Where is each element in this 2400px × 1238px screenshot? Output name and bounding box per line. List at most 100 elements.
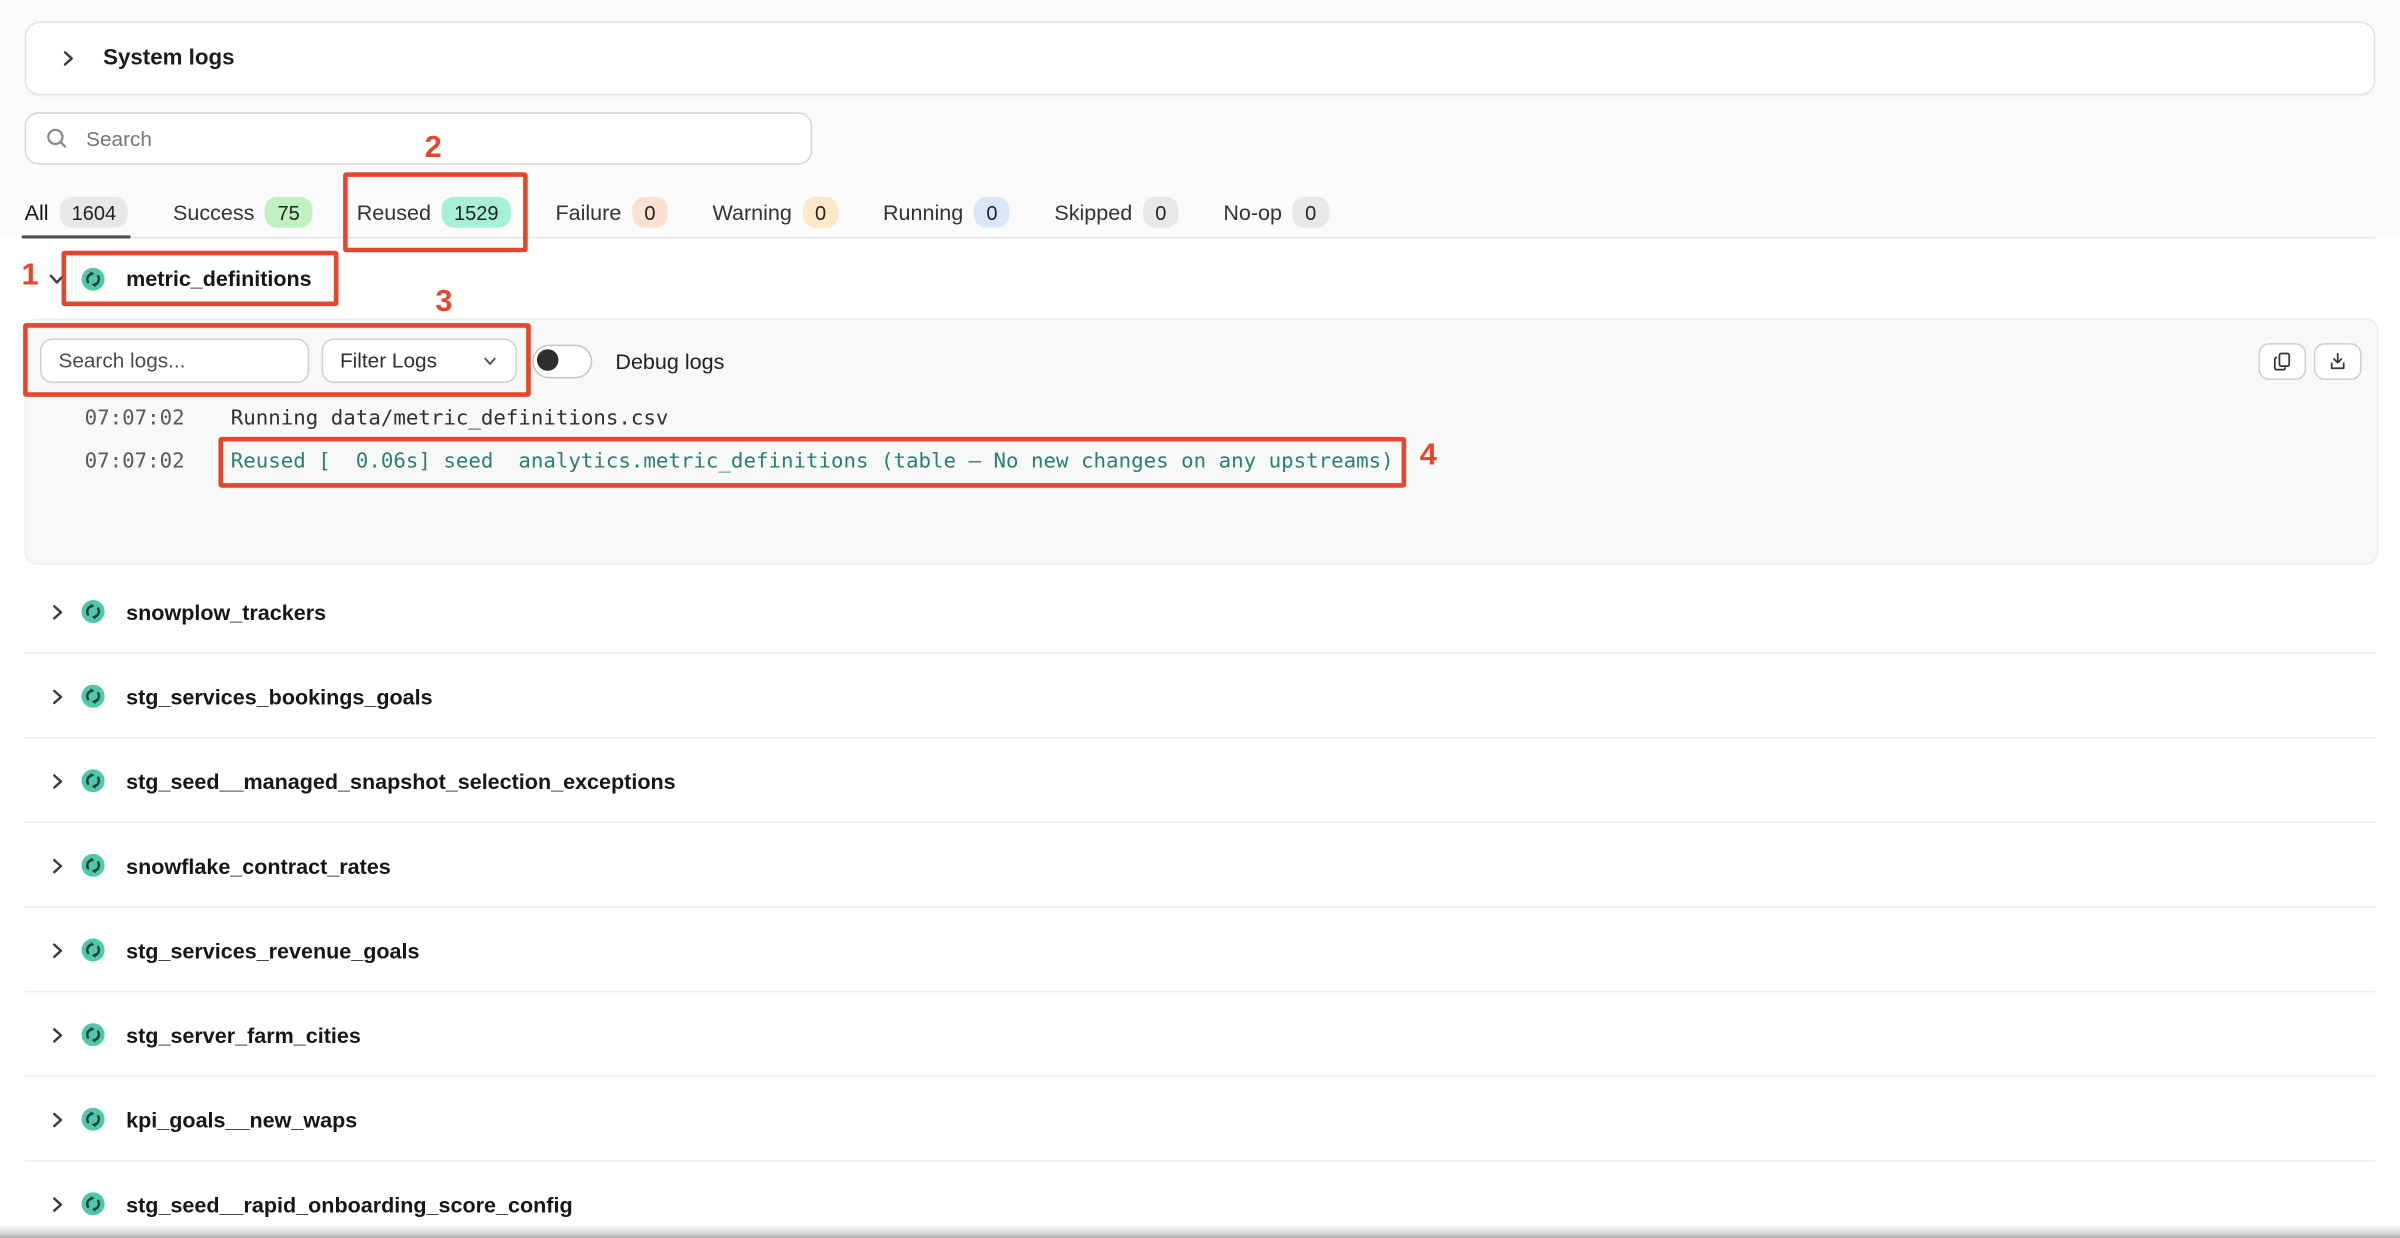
tab-label: No-op bbox=[1223, 200, 1282, 225]
node-title: metric_definitions bbox=[82, 266, 312, 291]
tab-reused[interactable]: Reused 1529 bbox=[357, 188, 511, 237]
log-timestamp: 07:07:02 bbox=[85, 449, 231, 474]
chevron-right-icon[interactable] bbox=[46, 1108, 68, 1130]
chevron-right-icon[interactable] bbox=[46, 1024, 68, 1046]
tab-label: Failure bbox=[555, 200, 621, 225]
tab-count-badge: 75 bbox=[265, 197, 312, 228]
chevron-right-icon[interactable] bbox=[46, 601, 68, 623]
log-message: Running data/metric_definitions.csv bbox=[231, 403, 669, 434]
log-filter-group: Filter Logs bbox=[40, 338, 517, 383]
node-label: kpi_goals__new_waps bbox=[126, 1107, 357, 1132]
tab-count-badge: 1604 bbox=[59, 197, 128, 228]
node-label: snowplow_trackers bbox=[126, 599, 326, 624]
global-search bbox=[25, 112, 813, 164]
filter-logs-label: Filter Logs bbox=[340, 349, 437, 372]
node-row-metric-definitions[interactable]: metric_definitions bbox=[0, 238, 2400, 318]
log-line: 07:07:02 Running data/metric_definitions… bbox=[26, 397, 2377, 440]
tab-success[interactable]: Success 75 bbox=[173, 188, 312, 237]
log-console: 07:07:02 Running data/metric_definitions… bbox=[26, 383, 2377, 483]
node-title: snowflake_contract_rates bbox=[82, 853, 391, 878]
tab-all[interactable]: All 1604 bbox=[25, 188, 129, 237]
debug-logs-toggle[interactable] bbox=[532, 344, 592, 378]
tab-warning[interactable]: Warning 0 bbox=[712, 188, 838, 237]
reused-refresh-icon bbox=[82, 938, 105, 961]
reused-refresh-icon bbox=[82, 685, 105, 708]
tab-skipped[interactable]: Skipped 0 bbox=[1054, 188, 1178, 237]
status-tabs: All 1604 Success 75 Reused 1529 Failure … bbox=[25, 188, 2376, 239]
chevron-right-icon[interactable] bbox=[46, 685, 68, 707]
chevron-right-icon[interactable] bbox=[46, 1193, 68, 1215]
node-row-stg-services-bookings-goals[interactable]: stg_services_bookings_goals bbox=[0, 654, 2400, 739]
node-title: stg_seed__managed_snapshot_selection_exc… bbox=[82, 768, 676, 793]
log-actions bbox=[2258, 342, 2361, 379]
chevron-down-icon[interactable] bbox=[46, 268, 68, 290]
node-label: metric_definitions bbox=[126, 266, 312, 291]
reused-refresh-icon bbox=[82, 769, 105, 792]
node-label: stg_seed__managed_snapshot_selection_exc… bbox=[126, 768, 675, 793]
node-title: stg_seed__rapid_onboarding_score_config bbox=[82, 1192, 573, 1217]
search-icon bbox=[45, 126, 70, 151]
search-input[interactable] bbox=[83, 125, 792, 151]
chevron-down-icon bbox=[482, 352, 499, 369]
tab-count-badge: 0 bbox=[1143, 197, 1179, 228]
tab-label: Running bbox=[883, 200, 963, 225]
node-label: snowflake_contract_rates bbox=[126, 853, 391, 878]
download-logs-button[interactable] bbox=[2314, 342, 2362, 379]
reused-refresh-icon bbox=[82, 1192, 105, 1215]
node-label: stg_seed__rapid_onboarding_score_config bbox=[126, 1192, 572, 1217]
node-label: stg_server_farm_cities bbox=[126, 1022, 361, 1047]
tab-label: All bbox=[25, 200, 49, 225]
tab-running[interactable]: Running 0 bbox=[883, 188, 1010, 237]
tab-label: Reused bbox=[357, 200, 431, 225]
log-line: 07:07:02 Reused [ 0.06s] seed analytics.… bbox=[26, 440, 2377, 483]
reused-refresh-icon bbox=[82, 600, 105, 623]
log-search-input[interactable] bbox=[40, 338, 309, 383]
tab-count-badge: 0 bbox=[974, 197, 1010, 228]
node-row-stg-services-revenue-goals[interactable]: stg_services_revenue_goals bbox=[0, 908, 2400, 993]
tab-label: Warning bbox=[712, 200, 791, 225]
copy-logs-button[interactable] bbox=[2258, 342, 2306, 379]
node-row-snowflake-contract-rates[interactable]: snowflake_contract_rates bbox=[0, 823, 2400, 908]
tab-count-badge: 1529 bbox=[442, 197, 511, 228]
chevron-right-icon[interactable] bbox=[46, 770, 68, 792]
log-timestamp: 07:07:02 bbox=[85, 406, 231, 431]
reused-refresh-icon bbox=[82, 854, 105, 877]
log-toolbar: Filter Logs Debug logs bbox=[26, 320, 2377, 383]
node-title: stg_services_revenue_goals bbox=[82, 938, 420, 963]
tab-count-badge: 0 bbox=[1293, 197, 1329, 228]
toggle-knob bbox=[537, 348, 559, 370]
tab-label: Success bbox=[173, 200, 254, 225]
chevron-right-icon[interactable] bbox=[46, 855, 68, 877]
node-label: stg_services_revenue_goals bbox=[126, 938, 419, 963]
log-panel: Filter Logs Debug logs bbox=[25, 318, 2379, 564]
reused-refresh-icon bbox=[82, 267, 105, 290]
tab-failure[interactable]: Failure 0 bbox=[555, 188, 667, 237]
node-title: stg_services_bookings_goals bbox=[82, 684, 433, 709]
node-label: stg_services_bookings_goals bbox=[126, 684, 432, 709]
chevron-right-icon[interactable] bbox=[46, 939, 68, 961]
tab-count-badge: 0 bbox=[803, 197, 839, 228]
node-list: snowplow_trackers stg_services_bookings_… bbox=[0, 569, 2400, 1238]
tab-count-badge: 0 bbox=[632, 197, 668, 228]
copy-icon bbox=[2271, 348, 2294, 373]
node-title: stg_server_farm_cities bbox=[82, 1022, 361, 1047]
reused-refresh-icon bbox=[82, 1108, 105, 1131]
download-icon bbox=[2326, 348, 2349, 373]
reused-refresh-icon bbox=[82, 1023, 105, 1046]
tab-no-op[interactable]: No-op 0 bbox=[1223, 188, 1328, 237]
node-row-stg-server-farm-cities[interactable]: stg_server_farm_cities bbox=[0, 992, 2400, 1077]
results-section: metric_definitions Filter Logs Debug log… bbox=[0, 238, 2400, 1238]
log-message: Reused [ 0.06s] seed analytics.metric_de… bbox=[231, 446, 1394, 477]
node-title: snowplow_trackers bbox=[82, 599, 327, 624]
bottom-fade bbox=[0, 1225, 2400, 1238]
system-logs-card: System logs bbox=[25, 22, 2376, 96]
screenshot-viewport: System logs All 1604 Success 75 Reused 1… bbox=[0, 0, 2400, 1238]
node-row-kpi-goals--new-waps[interactable]: kpi_goals__new_waps bbox=[0, 1077, 2400, 1162]
node-row-stg-seed--managed-snapshot-selection-exceptions[interactable]: stg_seed__managed_snapshot_selection_exc… bbox=[0, 738, 2400, 823]
debug-logs-label: Debug logs bbox=[615, 348, 724, 373]
collapse-chevron-icon[interactable] bbox=[57, 48, 79, 70]
tab-label: Skipped bbox=[1054, 200, 1132, 225]
node-title: kpi_goals__new_waps bbox=[82, 1107, 358, 1132]
node-row-snowplow-trackers[interactable]: snowplow_trackers bbox=[0, 569, 2400, 654]
filter-logs-dropdown[interactable]: Filter Logs bbox=[322, 338, 517, 383]
